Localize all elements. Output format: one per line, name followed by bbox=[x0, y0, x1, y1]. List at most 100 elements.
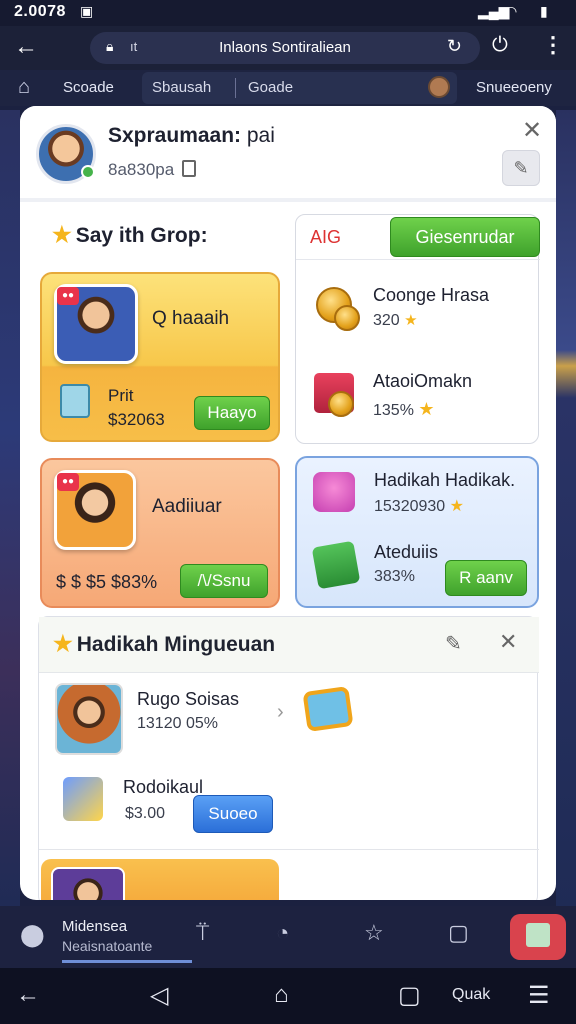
row-2-value: $3.00 bbox=[125, 805, 166, 822]
close-icon[interactable]: ✕ bbox=[499, 629, 517, 655]
star-icon: ★ bbox=[53, 631, 73, 656]
card-2-title: Aadiiuar bbox=[152, 496, 222, 517]
bottom-label-primary[interactable]: Midensea bbox=[62, 918, 127, 935]
nav-separator bbox=[235, 78, 236, 98]
row-2-title: Rodoikaul bbox=[123, 777, 204, 797]
panel-item-2-title: AtaoiOmakn bbox=[373, 371, 473, 391]
coin-icon bbox=[334, 305, 360, 331]
card-3-value-2: 383% bbox=[374, 568, 415, 585]
panel-item-2-value: 135% bbox=[373, 402, 414, 419]
modal-title-bold: Sxpraumaan: bbox=[108, 124, 242, 147]
offer-card-1[interactable]: ●● Q haaaih Prit $32063 Haayo bbox=[40, 272, 280, 442]
address-bar[interactable]: 🔒︎ ıt Inlaons Sontiraliean ↻ bbox=[90, 32, 480, 64]
star-icon: ★ bbox=[404, 312, 418, 329]
user-avatar[interactable] bbox=[428, 76, 450, 98]
card-1-title: Q haaaih bbox=[152, 308, 230, 329]
modal-subtitle: 8a830pa bbox=[108, 160, 197, 180]
gift-icon bbox=[313, 472, 355, 512]
menu-icon[interactable]: ☰ bbox=[528, 981, 550, 1010]
gift-icon bbox=[60, 384, 90, 418]
row-2-button[interactable]: Suoeo bbox=[193, 795, 273, 833]
star-icon: ★ bbox=[418, 399, 435, 419]
user-icon[interactable]: ⍡ bbox=[196, 920, 209, 946]
browser-toolbar: ← 🔒︎ ıt Inlaons Sontiraliean ↻ ⏻ ⋮ bbox=[0, 26, 576, 70]
modal-dialog: Sxpraumaan: pai 8a830pa ✕ ✎ ★ Say ith Gro… bbox=[20, 106, 556, 900]
status-time: 2.0078 bbox=[14, 3, 66, 20]
nav-tab-4[interactable]: Snueeoeny bbox=[476, 79, 552, 96]
screen-icon bbox=[302, 685, 354, 733]
more-menu-icon[interactable]: ⋮ bbox=[542, 32, 564, 58]
modal-title-rest: pai bbox=[241, 124, 275, 147]
panel-item-1-value: 320 bbox=[373, 312, 400, 329]
bag-icon[interactable]: ▢ bbox=[448, 920, 469, 946]
card-1-image: ●● bbox=[54, 284, 138, 364]
panel-item-1-title: Coonge Hrasa bbox=[373, 285, 490, 305]
home-icon[interactable]: ⌂ bbox=[18, 76, 30, 99]
clock-icon[interactable]: ◔ bbox=[276, 920, 289, 946]
power-icon[interactable]: ⏻ bbox=[492, 34, 508, 57]
offer-card-peek[interactable] bbox=[41, 859, 279, 900]
card-1-button[interactable]: Haayo bbox=[194, 396, 270, 430]
triangle-back-icon[interactable]: ◁ bbox=[150, 981, 168, 1010]
modal-header: Sxpraumaan: pai 8a830pa ✕ ✎ bbox=[20, 106, 556, 198]
modal-title: Sxpraumaan: pai bbox=[108, 124, 275, 148]
map-button[interactable] bbox=[510, 914, 566, 960]
back-arrow-icon[interactable]: ← bbox=[14, 33, 38, 61]
modal-subtitle-text: 8a830pa bbox=[108, 160, 175, 179]
wifi-icon: ◠ bbox=[505, 3, 518, 19]
active-tab-indicator bbox=[62, 960, 192, 963]
close-icon[interactable]: ✕ bbox=[522, 116, 542, 145]
card-3-title-2: Ateduiis bbox=[374, 542, 439, 562]
star-icon: ★ bbox=[449, 498, 464, 515]
card-2-price: $ $ $5 $83% bbox=[56, 572, 158, 592]
bottom-navigation: ⬤ Midensea Neaisnatoante ⍡ ◔ ☆ ▢ bbox=[0, 906, 576, 968]
status-bar: 2.0078 ▣ ▂▄▆ ◠ ▮ bbox=[0, 0, 576, 26]
section-2-header: ★ Hadikah Mingueuan ✎ ✕ bbox=[39, 617, 539, 673]
battery-icon: ▮ bbox=[540, 3, 548, 19]
cash-icon bbox=[311, 540, 361, 590]
nav-tab-1[interactable]: Scoade bbox=[63, 79, 114, 96]
map-icon bbox=[526, 923, 550, 947]
url-text[interactable]: Inlaons Sontiraliean bbox=[90, 39, 480, 56]
system-navigation: ← ◁ ⌂ ▢ Quak ☰ bbox=[0, 968, 576, 1024]
panel-label: AIG bbox=[310, 227, 342, 247]
nav-tab-3[interactable]: Goade bbox=[248, 79, 293, 96]
chevron-right-icon[interactable]: › bbox=[277, 701, 284, 724]
section-2-title-text: Hadikah Mingueuan bbox=[76, 633, 276, 656]
home-icon[interactable]: ⌂ bbox=[274, 981, 289, 1009]
reload-icon[interactable]: ↻ bbox=[447, 36, 462, 57]
star-icon: ★ bbox=[52, 222, 72, 247]
panel-action-button[interactable]: Giesenrudar bbox=[390, 217, 540, 257]
online-status-dot bbox=[81, 165, 95, 179]
star-outline-icon[interactable]: ☆ bbox=[364, 920, 384, 946]
coin-icon bbox=[328, 391, 354, 417]
card-2-badge: ●● bbox=[57, 473, 79, 491]
back-icon[interactable]: ← bbox=[16, 981, 40, 1009]
row-1-title: Rugo Soisas bbox=[137, 689, 240, 709]
panel-divider bbox=[296, 259, 540, 260]
edit-button[interactable]: ✎ bbox=[502, 150, 540, 186]
section-2-title: ★ Hadikah Mingueuan bbox=[53, 631, 275, 657]
pencil-icon[interactable]: ✎ bbox=[445, 631, 462, 656]
card-2-image: ●● bbox=[54, 470, 136, 550]
offer-card-3[interactable]: Hadikah Hadikak. 15320930 ★ Ateduiis 383… bbox=[295, 456, 539, 608]
section-2: ★ Hadikah Mingueuan ✎ ✕ Rugo Soisas 13120… bbox=[38, 616, 539, 900]
card-3-title: Hadikah Hadikak. bbox=[374, 470, 516, 490]
recents-icon[interactable]: ▢ bbox=[398, 981, 421, 1010]
card-1-line-1: Prit bbox=[108, 386, 134, 405]
offer-card-2[interactable]: ●● Aadiiuar $ $ $5 $83% /\/Ssnu bbox=[40, 458, 280, 608]
card-2-button[interactable]: /\/Ssnu bbox=[180, 564, 268, 598]
row-1-thumbnail bbox=[55, 683, 123, 755]
background-right bbox=[556, 110, 576, 910]
profile-avatar[interactable] bbox=[36, 124, 96, 184]
card-1-badge: ●● bbox=[57, 287, 79, 305]
sysnav-label[interactable]: Quak bbox=[452, 986, 490, 1004]
bottom-label-secondary[interactable]: Neaisnatoante bbox=[62, 938, 152, 954]
gift-icon bbox=[63, 777, 103, 821]
notification-icon: ▣ bbox=[80, 3, 94, 19]
background-left bbox=[0, 110, 20, 910]
card-3-button[interactable]: R aanv bbox=[445, 560, 527, 596]
document-icon[interactable] bbox=[182, 160, 197, 177]
location-pin-icon[interactable]: ⬤ bbox=[20, 922, 45, 948]
nav-tab-2[interactable]: Sbausah bbox=[152, 79, 211, 96]
